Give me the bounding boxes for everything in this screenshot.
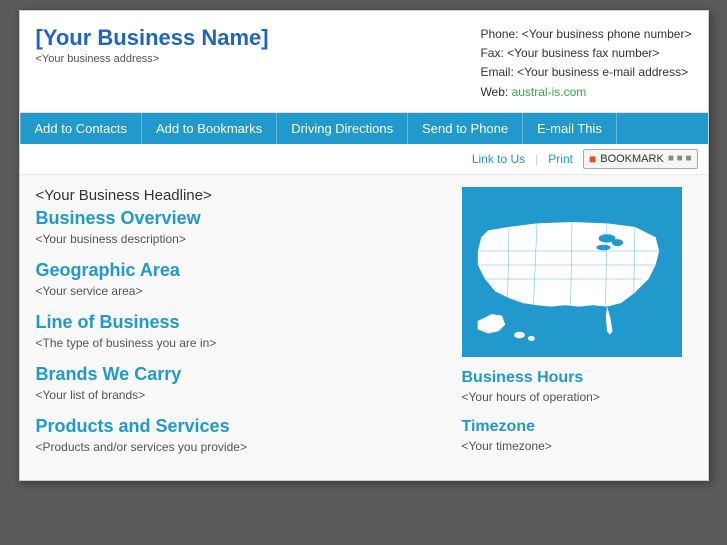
usa-map-svg — [467, 192, 677, 352]
toolbar-separator: | — [535, 152, 538, 166]
header-right: Phone: <Your business phone number> Fax:… — [480, 25, 691, 102]
section-geographic: Geographic Area <Your service area> — [36, 260, 442, 298]
web-label: Web: — [480, 85, 508, 99]
section-products-title: Products and Services — [36, 416, 442, 437]
bookmark-button[interactable]: ■ BOOKMARK ■ ■ ■ — [583, 149, 698, 169]
phone-line: Phone: <Your business phone number> — [480, 25, 691, 44]
business-hours-title: Business Hours — [462, 369, 692, 387]
left-column: <Your Business Headline> Business Overvi… — [36, 187, 462, 468]
web-url[interactable]: austral-is.com — [512, 85, 587, 99]
business-hours-desc: <Your hours of operation> — [462, 390, 692, 404]
section-overview-desc: <Your business description> — [36, 232, 442, 246]
bookmark-extra-icons: ■ ■ ■ — [668, 153, 692, 164]
toolbar: Link to Us | Print ■ BOOKMARK ■ ■ ■ — [20, 144, 708, 175]
section-brands-desc: <Your list of brands> — [36, 388, 442, 402]
section-overview-title: Business Overview — [36, 208, 442, 229]
map-container — [462, 187, 682, 357]
nav-add-to-contacts[interactable]: Add to Contacts — [20, 113, 143, 144]
business-address: <Your business address> — [36, 53, 269, 65]
link-to-us[interactable]: Link to Us — [472, 152, 525, 166]
section-brands: Brands We Carry <Your list of brands> — [36, 364, 442, 402]
main-content: <Your Business Headline> Business Overvi… — [20, 175, 708, 480]
timezone-desc: <Your timezone> — [462, 439, 692, 453]
business-headline: <Your Business Headline> — [36, 187, 442, 204]
section-overview: Business Overview <Your business descrip… — [36, 208, 442, 246]
timezone-title: Timezone — [462, 418, 692, 436]
business-name: [Your Business Name] — [36, 25, 269, 51]
header: [Your Business Name] <Your business addr… — [20, 11, 708, 113]
section-lob-title: Line of Business — [36, 312, 442, 333]
nav-email-this[interactable]: E-mail This — [523, 113, 617, 144]
section-line-of-business: Line of Business <The type of business y… — [36, 312, 442, 350]
bookmark-label: BOOKMARK — [600, 153, 664, 165]
fax-line: Fax: <Your business fax number> — [480, 44, 691, 63]
section-geographic-title: Geographic Area — [36, 260, 442, 281]
header-left: [Your Business Name] <Your business addr… — [36, 25, 269, 102]
nav-driving-directions[interactable]: Driving Directions — [277, 113, 408, 144]
nav-send-to-phone[interactable]: Send to Phone — [408, 113, 523, 144]
navbar: Add to Contacts Add to Bookmarks Driving… — [20, 113, 708, 144]
section-brands-title: Brands We Carry — [36, 364, 442, 385]
section-products-desc: <Products and/or services you provide> — [36, 440, 442, 454]
right-column: Business Hours <Your hours of operation>… — [462, 187, 692, 468]
section-timezone: Timezone <Your timezone> — [462, 418, 692, 453]
print-link[interactable]: Print — [548, 152, 573, 166]
section-lob-desc: <The type of business you are in> — [36, 336, 442, 350]
section-business-hours: Business Hours <Your hours of operation> — [462, 369, 692, 404]
email-line: Email: <Your business e-mail address> — [480, 63, 691, 82]
web-line: Web: austral-is.com — [480, 83, 691, 102]
page-wrapper: [Your Business Name] <Your business addr… — [19, 10, 709, 481]
section-geographic-desc: <Your service area> — [36, 284, 442, 298]
bookmark-icon: ■ — [589, 152, 596, 166]
nav-add-to-bookmarks[interactable]: Add to Bookmarks — [142, 113, 277, 144]
section-products: Products and Services <Products and/or s… — [36, 416, 442, 454]
